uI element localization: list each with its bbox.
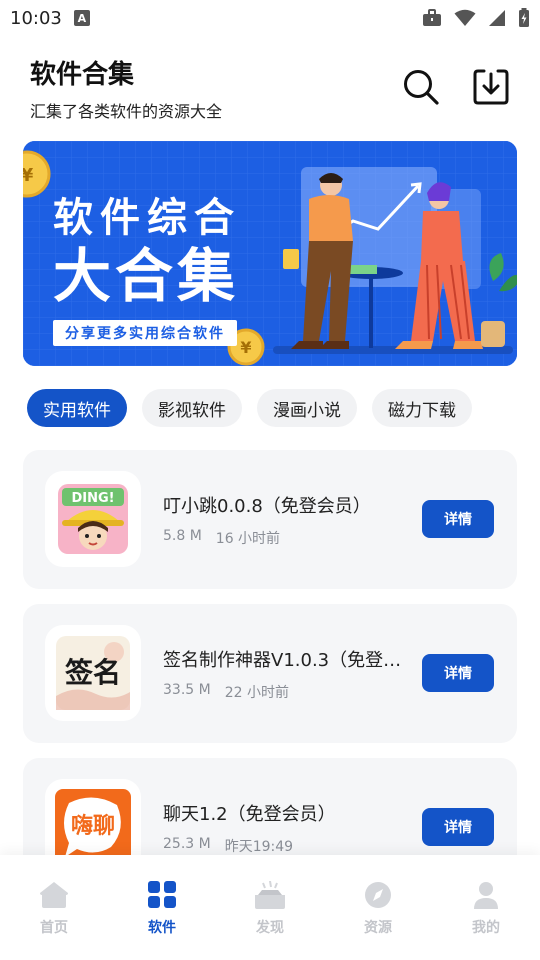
user-icon	[471, 881, 501, 913]
nav-profile[interactable]: 我的	[432, 855, 540, 960]
list-item[interactable]: 签名 签名制作神器V1.0.3（免登会员） 33.5 M 22 小时前 详情	[23, 604, 517, 743]
download-button[interactable]	[470, 68, 512, 110]
banner-headline-large: 大合集	[53, 242, 240, 310]
banner-tagline: 分享更多实用综合软件	[53, 319, 237, 346]
details-button[interactable]: 详情	[422, 654, 494, 692]
home-icon	[39, 881, 69, 913]
app-list: DING! 叮小跳0.0.8（免登会员） 5.8 M 16 小时前 详情 签名 …	[23, 450, 517, 912]
status-bar: 10:03 A	[0, 0, 540, 36]
list-item[interactable]: DING! 叮小跳0.0.8（免登会员） 5.8 M 16 小时前 详情	[23, 450, 517, 589]
wifi-icon	[454, 9, 476, 27]
ding-app-icon: DING!	[45, 471, 141, 567]
app-size: 25.3 M	[163, 836, 211, 852]
app-title: 聊天1.2（免登会员）	[163, 804, 336, 825]
search-button[interactable]	[400, 68, 442, 110]
signature-app-icon-text: 签名	[65, 656, 121, 689]
banner-headline: 软件综合	[53, 195, 241, 241]
details-button[interactable]: 详情	[422, 808, 494, 846]
nav-label: 软件	[148, 920, 176, 936]
app-size: 33.5 M	[163, 682, 211, 698]
ding-app-icon-text: DING!	[71, 491, 114, 506]
discover-icon	[253, 880, 287, 913]
nav-discover[interactable]: 发现	[216, 855, 324, 960]
page-subtitle: 汇集了各类软件的资源大全	[30, 102, 223, 121]
nav-home[interactable]: 首页	[0, 855, 108, 960]
app-updated-time: 22 小时前	[224, 685, 289, 701]
download-icon	[472, 68, 510, 110]
battery-icon	[518, 8, 530, 28]
grid-icon	[147, 881, 177, 913]
page-title: 软件合集	[30, 60, 135, 90]
details-button[interactable]: 详情	[422, 500, 494, 538]
signal-icon	[488, 9, 506, 27]
nav-label: 我的	[472, 920, 500, 936]
compass-icon	[363, 881, 393, 913]
tab-practical[interactable]: 实用软件	[27, 389, 127, 427]
nav-label: 资源	[364, 920, 392, 936]
tab-magnet-download[interactable]: 磁力下载	[372, 389, 472, 427]
app-updated-time: 16 小时前	[215, 531, 281, 547]
signature-app-icon: 签名	[45, 625, 141, 721]
chat-app-icon-text: 嗨聊	[71, 813, 115, 839]
nav-software[interactable]: 软件	[108, 855, 216, 960]
bottom-nav: 首页 软件 发现 资源 我的	[0, 855, 540, 960]
tab-comics-novels[interactable]: 漫画小说	[257, 389, 357, 427]
app-meta: 33.5 M 22 小时前	[163, 682, 289, 702]
banner-text: 软件综合 大合集 分享更多实用综合软件	[53, 185, 273, 346]
screen: 10:03 A 软件合集 汇集了各类软件的资源大全 ¥ ¥ 软件综合 大合集 分…	[0, 0, 540, 960]
briefcase-icon	[422, 9, 442, 27]
app-title: 签名制作神器V1.0.3（免登会员）	[163, 650, 408, 671]
svg-text:¥: ¥	[23, 165, 34, 186]
category-tabs: 实用软件 影视软件 漫画小说 磁力下载	[27, 389, 540, 427]
tab-video[interactable]: 影视软件	[142, 389, 242, 427]
app-title: 叮小跳0.0.8（免登会员）	[163, 496, 371, 517]
search-icon	[402, 68, 440, 110]
nav-label: 首页	[40, 920, 68, 936]
promo-banner[interactable]: ¥ ¥ 软件综合 大合集 分享更多实用综合软件	[23, 141, 517, 366]
notification-icon: A	[73, 10, 90, 26]
header: 软件合集 汇集了各类软件的资源大全	[30, 48, 516, 128]
status-time: 10:03	[10, 7, 62, 29]
nav-label: 发现	[256, 920, 284, 936]
nav-resources[interactable]: 资源	[324, 855, 432, 960]
app-size: 5.8 M	[163, 528, 202, 544]
app-meta: 5.8 M 16 小时前	[163, 528, 280, 548]
app-meta: 25.3 M 昨天19:49	[163, 836, 293, 856]
status-icons	[422, 8, 530, 28]
app-updated-time: 昨天19:49	[224, 839, 294, 855]
